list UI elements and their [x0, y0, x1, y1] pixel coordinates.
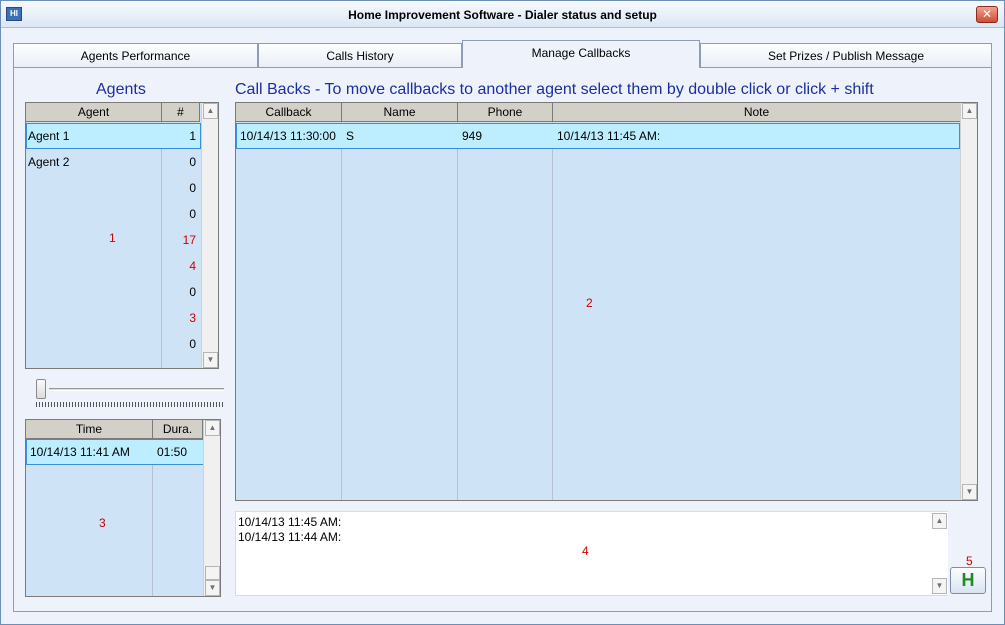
callbacks-grid: Callback Name Phone Note 10/14/13 11:30:… — [235, 102, 978, 501]
h-button[interactable]: H — [950, 567, 986, 594]
marker-5: 5 — [966, 554, 973, 568]
agents-scrollbar[interactable]: ▲ ▼ — [201, 103, 218, 368]
callback-note-cell[interactable]: 10/14/13 11:45 AM: — [557, 123, 660, 149]
agent-count-cell[interactable]: 0 — [162, 201, 196, 227]
manage-callbacks-panel: Agents Agent # Agent 1 1 Agent 2 0 0 0 17 4 0 3 0 … — [13, 67, 992, 612]
history-time-cell[interactable]: 10/14/13 11:41 AM — [30, 439, 130, 465]
slider-thumb[interactable] — [36, 379, 46, 399]
dialer-window: HI Home Improvement Software - Dialer st… — [0, 0, 1005, 625]
agent-name-cell[interactable]: Agent 1 — [28, 123, 69, 149]
slider-ticks — [36, 402, 224, 407]
marker-1: 1 — [109, 231, 116, 245]
agent-count-cell[interactable]: 17 — [162, 227, 196, 253]
agents-heading: Agents — [96, 81, 146, 98]
close-button[interactable]: ✕ — [976, 6, 998, 23]
agent-count-cell[interactable]: 3 — [162, 305, 196, 331]
tab-agents-performance[interactable]: Agents Performance — [13, 43, 258, 68]
tab-set-prizes[interactable]: Set Prizes / Publish Message — [700, 43, 992, 68]
agent-count-cell[interactable]: 0 — [162, 279, 196, 305]
slider-track[interactable] — [49, 388, 224, 391]
agent-count-cell[interactable]: 1 — [162, 123, 196, 149]
history-scrollbar[interactable]: ▲ ▼ — [203, 420, 220, 596]
callback-phone-cell[interactable]: 949 — [462, 123, 482, 149]
agent-name-cell[interactable]: Agent 2 — [28, 149, 69, 175]
tab-strip: Agents Performance Calls History Manage … — [13, 40, 992, 68]
history-col-duration[interactable]: Dura. — [153, 420, 203, 439]
callbacks-scrollbar[interactable]: ▲ ▼ — [960, 103, 977, 500]
agents-col-agent[interactable]: Agent — [26, 103, 162, 122]
scroll-down-icon[interactable]: ▼ — [962, 484, 977, 500]
marker-4: 4 — [582, 544, 589, 558]
callback-time-cell[interactable]: 10/14/13 11:30:00 — [240, 123, 336, 149]
scroll-up-icon[interactable]: ▲ — [205, 420, 220, 436]
scroll-up-icon[interactable]: ▲ — [962, 103, 977, 119]
agents-grid: Agent # Agent 1 1 Agent 2 0 0 0 17 4 0 3 0 ▲ ▼ 1 — [25, 102, 219, 369]
scroll-up-icon[interactable]: ▲ — [203, 103, 218, 119]
title-bar: HI Home Improvement Software - Dialer st… — [1, 1, 1004, 28]
note-line: 10/14/13 11:44 AM: — [238, 530, 342, 544]
tab-calls-history[interactable]: Calls History — [258, 43, 462, 68]
marker-3: 3 — [99, 516, 106, 530]
callbacks-col-callback[interactable]: Callback — [236, 103, 342, 122]
history-grid: Time Dura. 10/14/13 11:41 AM 01:50 ▲ ▼ 3 — [25, 419, 221, 597]
callbacks-heading: Call Backs - To move callbacks to anothe… — [235, 81, 874, 98]
scroll-down-icon[interactable]: ▼ — [203, 352, 218, 368]
scroll-thumb[interactable] — [205, 566, 220, 580]
agent-count-cell[interactable]: 0 — [162, 149, 196, 175]
notes-scrollbar[interactable]: ▲ ▼ — [931, 512, 948, 595]
callbacks-col-note[interactable]: Note — [553, 103, 961, 122]
callbacks-col-name[interactable]: Name — [342, 103, 458, 122]
history-duration-cell[interactable]: 01:50 — [157, 439, 187, 465]
agents-col-count[interactable]: # — [162, 103, 200, 122]
agent-count-cell[interactable]: 4 — [162, 253, 196, 279]
agent-count-cell[interactable]: 0 — [162, 331, 196, 357]
agent-count-cell[interactable]: 0 — [162, 175, 196, 201]
scroll-down-icon[interactable]: ▼ — [932, 578, 947, 594]
tab-manage-callbacks[interactable]: Manage Callbacks — [462, 40, 700, 68]
window-title: Home Improvement Software - Dialer statu… — [348, 8, 657, 22]
column-divider — [457, 122, 458, 500]
history-col-time[interactable]: Time — [26, 420, 153, 439]
column-divider — [341, 122, 342, 500]
scroll-down-icon[interactable]: ▼ — [205, 580, 220, 596]
note-line: 10/14/13 11:45 AM: — [238, 515, 342, 529]
column-divider — [552, 122, 553, 500]
notes-textbox[interactable]: 10/14/13 11:45 AM: 10/14/13 11:44 AM: 4 … — [235, 511, 948, 596]
scroll-up-icon[interactable]: ▲ — [932, 513, 947, 529]
callback-name-cell[interactable]: S — [346, 123, 354, 149]
callbacks-col-phone[interactable]: Phone — [458, 103, 553, 122]
marker-2: 2 — [586, 296, 593, 310]
